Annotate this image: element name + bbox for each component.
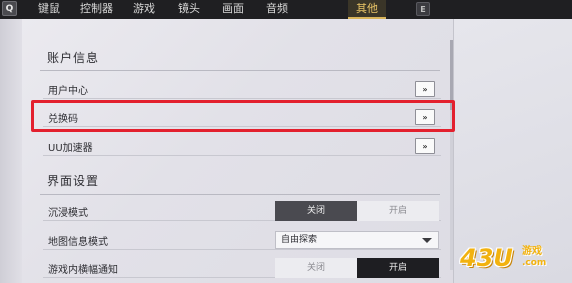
next-tab-key-icon[interactable]: E [416, 2, 430, 16]
section-title-interface: 界面设置 [47, 174, 100, 188]
toggle-off-option[interactable]: 关闭 [275, 258, 357, 278]
settings-row-user-center[interactable]: 用户中心 » [43, 79, 441, 99]
left-strip [0, 19, 22, 283]
top-nav-bar: Q 键鼠 控制器 游戏 镜头 画面 音频 其他 E [0, 0, 572, 19]
tab-controller[interactable]: 控制器 [80, 0, 113, 19]
row-label: UU加速器 [48, 143, 93, 154]
section-divider [40, 194, 440, 195]
tab-graphics[interactable]: 画面 [222, 0, 244, 19]
settings-row-ingame-banner: 游戏内横幅通知 关闭 开启 [43, 258, 441, 278]
ingame-banner-toggle[interactable]: 关闭 开启 [275, 258, 439, 278]
toggle-on-option[interactable]: 开启 [357, 201, 439, 221]
site-watermark-logo: 43U 游戏 .com [460, 240, 570, 280]
tab-keyboard-mouse[interactable]: 键鼠 [38, 0, 60, 19]
tab-camera[interactable]: 镜头 [178, 0, 200, 19]
open-arrow-icon[interactable]: » [415, 81, 435, 97]
settings-row-uu-accelerator[interactable]: UU加速器 » [43, 136, 441, 156]
tab-game[interactable]: 游戏 [133, 0, 155, 19]
prev-tab-key-icon[interactable]: Q [2, 1, 17, 16]
select-value: 自由探索 [281, 235, 318, 245]
open-arrow-icon[interactable]: » [415, 138, 435, 154]
redeem-highlight-box [31, 100, 455, 132]
watermark-cn-text: 游戏 [522, 246, 542, 257]
row-label: 沉浸模式 [48, 208, 88, 219]
row-label: 游戏内横幅通知 [48, 265, 118, 276]
toggle-off-option[interactable]: 关闭 [275, 201, 357, 221]
row-label: 用户中心 [48, 86, 88, 97]
settings-row-map-info-mode: 地图信息模式 自由探索 [43, 230, 441, 250]
chevron-down-icon [422, 238, 432, 243]
watermark-logo-text: 43U [460, 244, 513, 272]
map-info-mode-select[interactable]: 自由探索 [275, 231, 439, 249]
toggle-on-option[interactable]: 开启 [357, 258, 439, 278]
immersive-mode-toggle[interactable]: 关闭 开启 [275, 201, 439, 221]
tab-other[interactable]: 其他 [348, 0, 386, 19]
tab-audio[interactable]: 音频 [266, 0, 288, 19]
settings-row-immersive-mode: 沉浸模式 关闭 开启 [43, 201, 441, 221]
section-divider [40, 70, 440, 71]
section-title-account: 账户信息 [47, 51, 100, 65]
row-label: 地图信息模式 [48, 237, 108, 248]
watermark-domain-text: .com [522, 258, 547, 268]
